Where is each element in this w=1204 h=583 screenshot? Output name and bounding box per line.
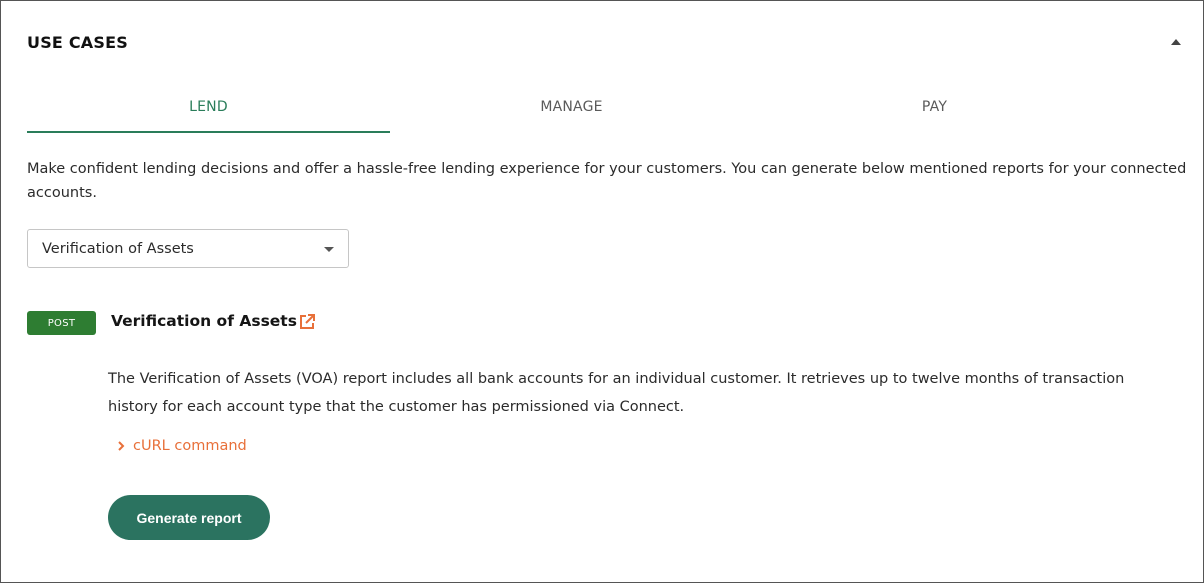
caret-up-icon[interactable] bbox=[1171, 39, 1181, 45]
external-link-icon[interactable] bbox=[297, 312, 317, 332]
caret-down-icon bbox=[324, 247, 334, 252]
method-badge: POST bbox=[27, 311, 96, 335]
tab-lend[interactable]: LEND bbox=[27, 83, 390, 133]
report-select[interactable]: Verification of Assets bbox=[27, 229, 349, 268]
report-select-value: Verification of Assets bbox=[42, 240, 194, 257]
endpoint-description: The Verification of Assets (VOA) report … bbox=[108, 371, 1125, 415]
chevron-right-icon bbox=[118, 441, 125, 451]
lend-description: Make confident lending decisions and off… bbox=[27, 161, 1187, 201]
generate-report-button[interactable]: Generate report bbox=[108, 495, 270, 540]
endpoint-title: Verification of Assets bbox=[111, 312, 297, 330]
curl-command-label: cURL command bbox=[133, 438, 247, 454]
tab-manage[interactable]: MANAGE bbox=[390, 83, 753, 131]
section-title: USE CASES bbox=[27, 33, 128, 52]
curl-command-toggle[interactable]: cURL command bbox=[115, 438, 247, 454]
use-cases-panel: USE CASES LEND MANAGE PAY Make confident… bbox=[0, 0, 1204, 583]
use-case-tabs: LEND MANAGE PAY bbox=[27, 83, 1117, 133]
tab-pay[interactable]: PAY bbox=[753, 83, 1116, 131]
